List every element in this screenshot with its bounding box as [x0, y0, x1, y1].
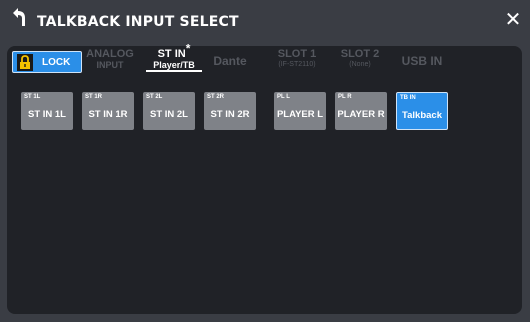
- tab-sublabel: Player/TB: [146, 60, 202, 72]
- tab-label-text: ST IN: [157, 48, 186, 60]
- source-sublabel: PL R: [338, 94, 352, 100]
- source-label: PLAYER L: [276, 109, 324, 120]
- tab-label: Dante: [213, 54, 247, 68]
- tab-slot-1[interactable]: SLOT 1 (IF-ST2110): [269, 48, 325, 69]
- source-sublabel: ST 2R: [207, 94, 225, 100]
- padlock-icon: [16, 53, 34, 71]
- tab-sublabel: (None): [349, 61, 371, 68]
- source-sublabel: PL L: [277, 94, 290, 100]
- tab-slot-2[interactable]: SLOT 2 (None): [337, 48, 383, 69]
- tab-label: SLOT 2: [340, 48, 380, 60]
- source-label: Talkback: [402, 110, 442, 121]
- tab-label: ANALOG: [86, 48, 134, 60]
- source-label: ST IN 2L: [149, 109, 188, 120]
- source-sublabel: TB IN: [400, 95, 416, 101]
- source-label: ST IN 2R: [210, 109, 250, 120]
- tab-sublabel: INPUT: [96, 60, 124, 70]
- tab-analog-input[interactable]: ANALOG INPUT: [85, 48, 135, 70]
- lock-button[interactable]: LOCK: [12, 51, 82, 73]
- source-sublabel: ST 1R: [85, 94, 103, 100]
- close-button[interactable]: ✕: [502, 8, 524, 30]
- close-icon: ✕: [504, 7, 522, 31]
- talkback-input-select-window: TALKBACK INPUT SELECT ✕ LOCK ANALOG INPU…: [0, 0, 530, 322]
- title-bar: TALKBACK INPUT SELECT ✕: [0, 0, 530, 38]
- active-marker: *: [185, 41, 191, 56]
- selection-panel: LOCK ANALOG INPUT ST IN* Player/TB Dante…: [7, 42, 522, 314]
- source-label: ST IN 1L: [27, 109, 66, 120]
- source-sublabel: ST 1L: [24, 94, 41, 100]
- tab-st-in-player-tb[interactable]: ST IN* Player/TB: [146, 42, 202, 72]
- source-button-st-in-1l[interactable]: ST 1L ST IN 1L: [21, 92, 73, 130]
- tab-usb-in[interactable]: USB IN: [395, 48, 449, 74]
- page-title: TALKBACK INPUT SELECT: [37, 14, 239, 30]
- tab-dante[interactable]: Dante: [207, 48, 253, 74]
- source-button-st-in-2l[interactable]: ST 2L ST IN 2L: [143, 92, 195, 130]
- source-button-player-l[interactable]: PL L PLAYER L: [274, 92, 326, 130]
- source-button-talkback[interactable]: TB IN Talkback: [396, 92, 448, 130]
- source-label: PLAYER R: [337, 109, 385, 120]
- tab-sublabel: (IF-ST2110): [278, 61, 316, 68]
- tab-label: ST IN*: [146, 42, 202, 60]
- back-button[interactable]: [6, 6, 30, 32]
- tab-label: USB IN: [401, 54, 443, 68]
- source-button-st-in-2r[interactable]: ST 2R ST IN 2R: [204, 92, 256, 130]
- source-button-st-in-1r[interactable]: ST 1R ST IN 1R: [82, 92, 134, 130]
- tab-label: SLOT 1: [277, 48, 317, 60]
- back-arrow-icon: [9, 7, 27, 31]
- source-label: ST IN 1R: [88, 109, 128, 120]
- lock-label: LOCK: [42, 56, 71, 68]
- source-button-player-r[interactable]: PL R PLAYER R: [335, 92, 387, 130]
- source-sublabel: ST 2L: [146, 94, 163, 100]
